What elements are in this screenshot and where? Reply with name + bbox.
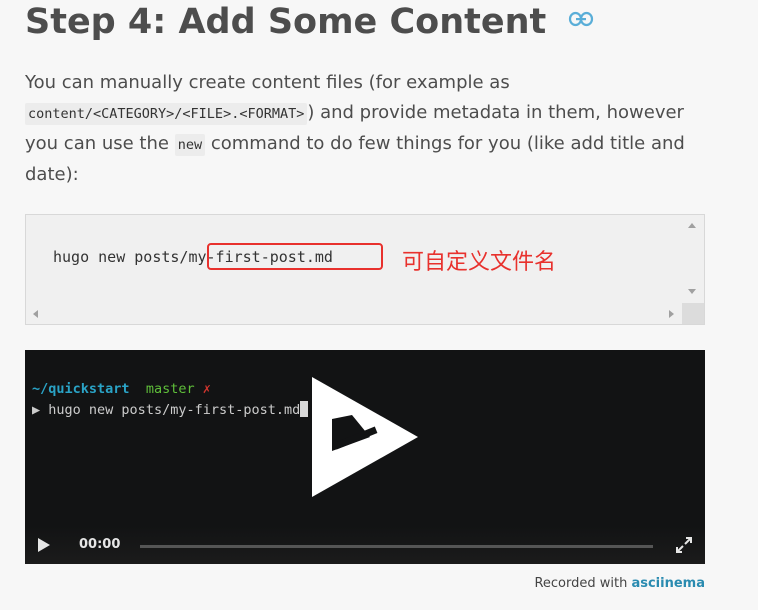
page-heading: Step 4: Add Some Content [25,2,594,42]
progress-bar[interactable] [140,545,653,548]
vertical-scrollbar[interactable] [682,215,704,303]
player-time: 00:00 [79,537,121,552]
asciinema-link[interactable]: asciinema [631,576,705,591]
asciinema-player[interactable]: ~/quickstart master ✗ ▶ hugo new posts/m… [25,350,705,564]
play-icon[interactable] [38,538,50,552]
scroll-down-icon[interactable] [688,289,696,294]
terminal-path: ~/quickstart [32,381,130,397]
terminal-screen: ~/quickstart master ✗ ▶ hugo new posts/m… [32,379,309,421]
highlight-box [207,243,383,270]
asciinema-logo-icon[interactable] [312,377,418,497]
inline-code-new: new [174,134,206,156]
recorded-with: Recorded with asciinema [534,576,705,591]
scroll-right-icon[interactable] [669,310,674,318]
terminal-prompt: ▶ [32,402,41,418]
recorded-prefix: Recorded with [534,576,632,591]
scroll-left-icon[interactable] [33,310,38,318]
player-controls: 00:00 [25,526,705,564]
para-text-1: You can manually create content files (f… [25,72,510,93]
annotation-text: 可自定义文件名 [402,250,557,275]
horizontal-scrollbar[interactable] [26,303,682,324]
inline-code-path: content/<CATEGORY>/<FILE>.<FORMAT> [25,103,308,125]
terminal-branch: master [145,381,195,397]
code-block: hugo new posts/my-first-post.md 可自定义文件名 [25,214,705,325]
heading-text: Step 4: Add Some Content [25,2,547,42]
scrollbar-corner [682,303,704,324]
terminal-dirty-mark: ✗ [202,381,211,397]
link-icon[interactable] [568,10,594,28]
fullscreen-icon[interactable] [675,536,693,554]
scroll-up-icon[interactable] [688,223,696,228]
terminal-command: hugo new posts/my-first-post.md [48,402,301,418]
intro-paragraph: You can manually create content files (f… [25,68,715,190]
terminal-cursor [300,401,309,417]
